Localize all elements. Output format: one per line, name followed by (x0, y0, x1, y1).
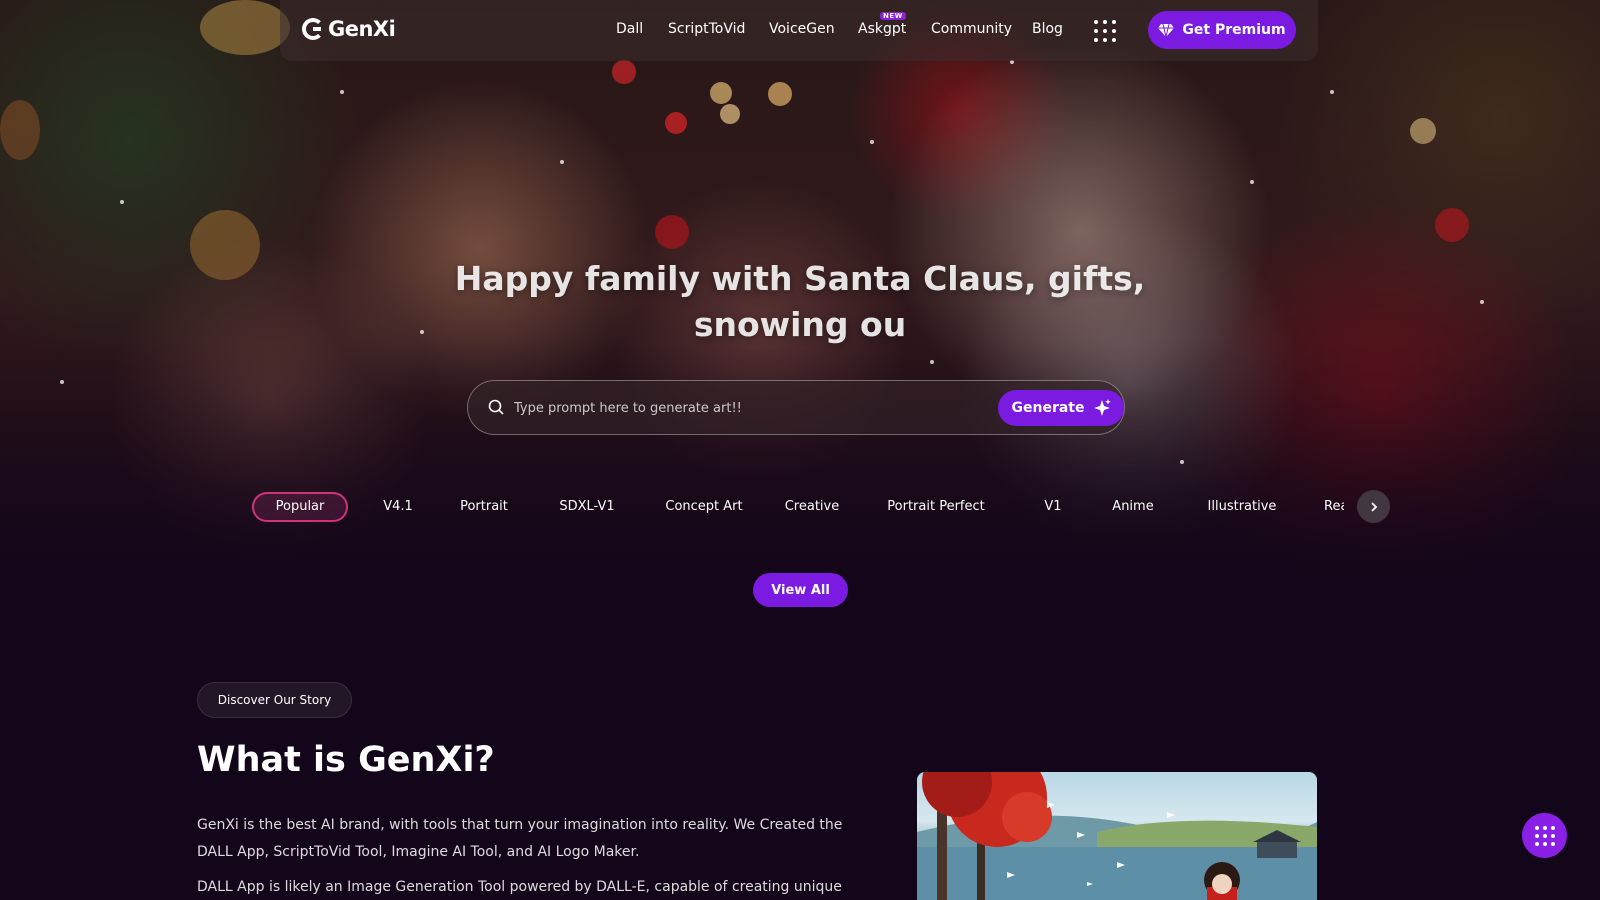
about-paragraph: GenXi is the best AI brand, with tools t… (197, 817, 843, 860)
generate-button[interactable]: Generate (998, 390, 1124, 426)
about-paragraph: DALL App is likely an Image Generation T… (197, 879, 842, 895)
tab-concept-art[interactable]: Concept Art (660, 492, 748, 522)
snowflake (1480, 300, 1484, 304)
snowflake (560, 160, 564, 164)
floating-apps-button[interactable] (1522, 813, 1567, 858)
tab-portrait[interactable]: Portrait (452, 492, 516, 522)
nav-link-voicegen[interactable]: VoiceGen (769, 21, 835, 37)
search-icon (488, 399, 504, 415)
discover-story-badge: Discover Our Story (197, 682, 352, 718)
brand-name: GenXi (328, 17, 396, 41)
tab-sdxl-v1[interactable]: SDXL-V1 (552, 492, 622, 522)
snowflake (60, 380, 64, 384)
nav-link-dall[interactable]: Dall (616, 21, 643, 37)
brand-logo[interactable]: GenXi (302, 17, 396, 41)
tab-real[interactable]: Real (1324, 492, 1344, 522)
get-premium-label: Get Premium (1182, 22, 1286, 38)
apps-grid-icon[interactable] (1094, 20, 1116, 42)
tab-anime[interactable]: Anime (1108, 492, 1158, 522)
snowflake (930, 360, 934, 364)
snowflake (120, 200, 124, 204)
snowflake (340, 90, 344, 94)
tab-illustrative[interactable]: Illustrative (1202, 492, 1282, 522)
nav-link-askgpt[interactable]: Askgpt NEW (858, 12, 907, 37)
about-illustration (917, 772, 1317, 900)
nav-link-askgpt-label: Askgpt (858, 21, 907, 37)
new-badge: NEW (880, 12, 906, 20)
tab-creative[interactable]: Creative (782, 492, 842, 522)
tab-popular[interactable]: Popular (252, 492, 348, 522)
chevron-right-icon (1370, 501, 1377, 512)
diamond-icon (1158, 23, 1175, 38)
nav-link-community[interactable]: Community (931, 21, 1012, 37)
view-all-button[interactable]: View All (753, 573, 848, 607)
hero-title: Happy family with Santa Claus, gifts, sn… (454, 259, 1146, 344)
tab-portrait-perfect[interactable]: Portrait Perfect (876, 492, 996, 522)
snowflake (1180, 460, 1184, 464)
style-tabs: Popular V4.1 Portrait SDXL-V1 Concept Ar… (252, 492, 1344, 522)
prompt-input[interactable] (514, 391, 994, 425)
sparkle-icon (1093, 399, 1111, 416)
prompt-search-bar: Generate (467, 380, 1125, 435)
tab-v1[interactable]: V1 (1040, 492, 1066, 522)
nav-link-scripttovid[interactable]: ScriptToVid (668, 21, 745, 37)
get-premium-button[interactable]: Get Premium (1148, 11, 1296, 49)
tab-v4-1[interactable]: V4.1 (374, 492, 422, 522)
snowflake (1250, 180, 1254, 184)
about-title: What is GenXi? (197, 740, 495, 780)
tabs-next-button[interactable] (1357, 490, 1390, 523)
top-navbar: GenXi Dall ScriptToVid VoiceGen Askgpt N… (280, 0, 1318, 61)
nav-link-blog[interactable]: Blog (1032, 21, 1063, 37)
generate-label: Generate (1011, 400, 1085, 416)
snowflake (1330, 90, 1334, 94)
snowflake (870, 140, 874, 144)
anime-scene-image (917, 772, 1317, 900)
logo-icon (302, 18, 324, 40)
